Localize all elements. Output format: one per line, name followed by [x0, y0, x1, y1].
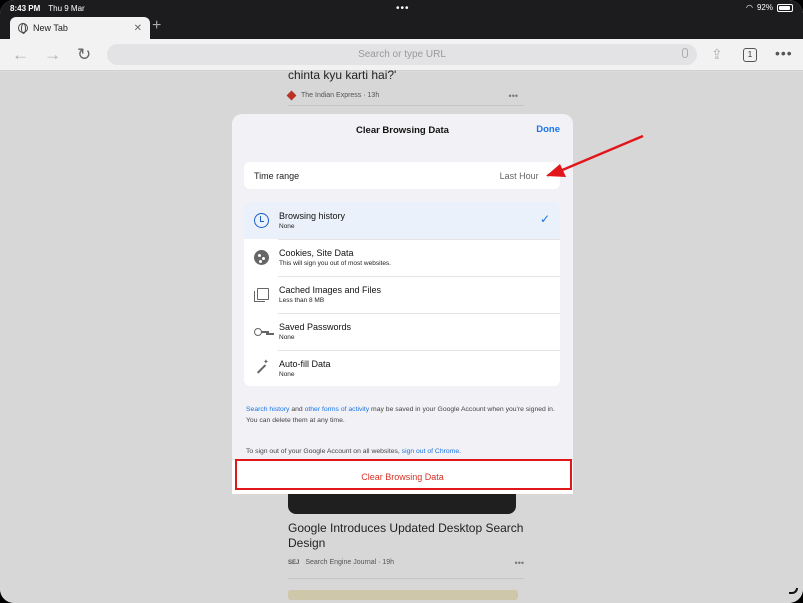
- ipad-screen: 8:43 PM Thu 9 Mar ••• ◠ 92% New Tab ✕ + …: [0, 0, 803, 603]
- annotation-arrow-icon: [546, 134, 644, 177]
